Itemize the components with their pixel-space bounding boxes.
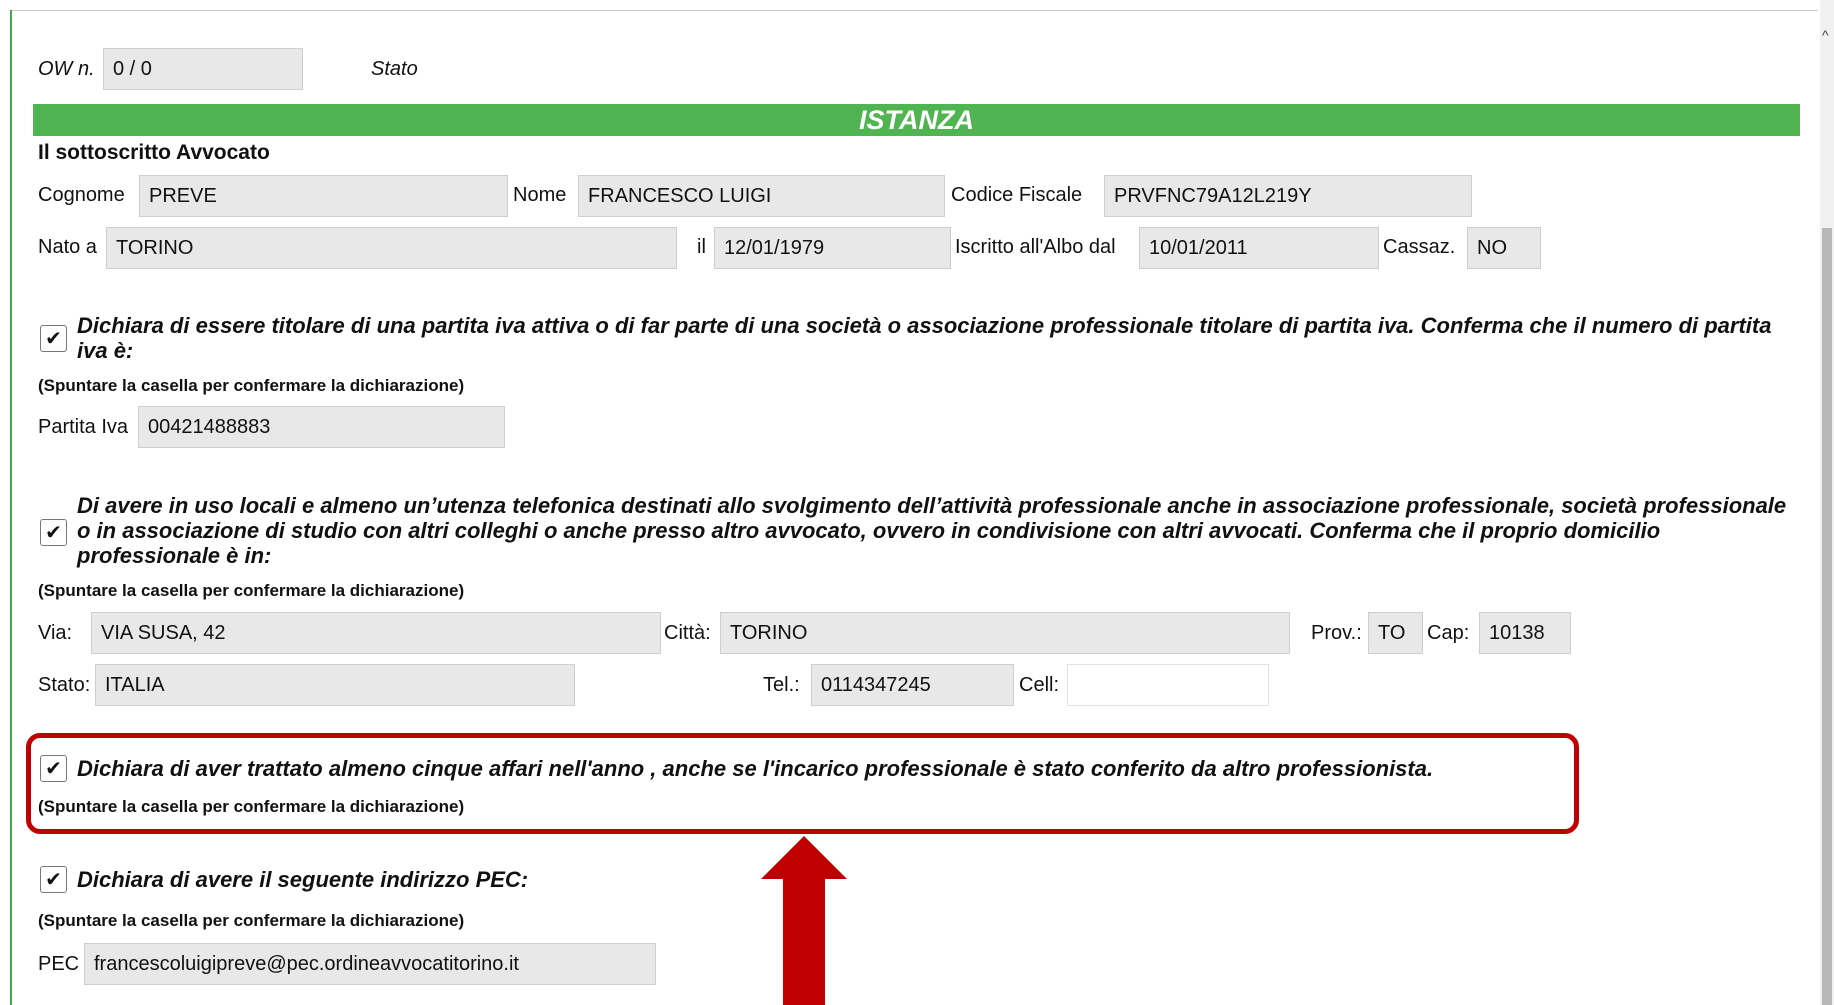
check-mark-icon: ✔: [45, 521, 62, 544]
subscriber-heading: Il sottoscritto Avvocato: [38, 141, 270, 164]
codice-fiscale-field[interactable]: PRVFNC79A12L219Y: [1104, 175, 1472, 217]
nome-field[interactable]: FRANCESCO LUIGI: [578, 175, 945, 217]
decl1-checkbox[interactable]: ✔: [40, 325, 67, 352]
tel-label: Tel.:: [763, 674, 800, 696]
partita-iva-field[interactable]: 00421488883: [138, 406, 505, 448]
decl2-note: (Spuntare la casella per confermare la d…: [38, 581, 465, 600]
check-mark-icon: ✔: [45, 327, 62, 350]
citta-field[interactable]: TORINO: [720, 612, 1290, 654]
top-border: [12, 10, 1818, 11]
codice-fiscale-label: Codice Fiscale: [951, 184, 1083, 206]
scroll-up-icon[interactable]: ^: [1822, 28, 1829, 42]
cassaz-field[interactable]: NO: [1467, 227, 1541, 269]
decl2-text: Di avere in uso locali e almeno un’utenz…: [77, 493, 1787, 568]
iscritto-albo-field[interactable]: 10/01/2011: [1139, 227, 1379, 269]
pec-label: PEC: [38, 953, 80, 975]
decl4-checkbox[interactable]: ✔: [40, 866, 67, 893]
cap-field[interactable]: 10138: [1479, 612, 1571, 654]
decl2-checkbox[interactable]: ✔: [40, 519, 67, 546]
prov-field[interactable]: TO: [1368, 612, 1423, 654]
stato-address-label: Stato:: [38, 674, 91, 696]
cassaz-label: Cassaz.: [1383, 236, 1456, 258]
form-window: OW n. 0 / 0 Stato ISTANZA Il sottoscritt…: [0, 0, 1834, 1005]
decl1-text: Dichiara di essere titolare di una parti…: [77, 313, 1772, 363]
check-mark-icon: ✔: [45, 868, 62, 891]
cognome-field[interactable]: PREVE: [139, 175, 508, 217]
data-nascita-field[interactable]: 12/01/1979: [714, 227, 951, 269]
cell-label: Cell:: [1019, 674, 1060, 696]
pec-field[interactable]: francescoluigipreve@pec.ordineavvocatito…: [84, 943, 656, 985]
ow-number-field[interactable]: 0 / 0: [103, 48, 303, 90]
nato-label: Nato a: [38, 236, 97, 258]
decl4-note: (Spuntare la casella per confermare la d…: [38, 911, 465, 930]
citta-label: Città:: [664, 622, 711, 644]
prov-label: Prov.:: [1311, 622, 1362, 644]
decl4-text: Dichiara di avere il seguente indirizzo …: [77, 867, 529, 892]
iscritto-albo-label: Iscritto all'Albo dal: [955, 236, 1116, 258]
ow-label: OW n.: [38, 58, 95, 80]
annotation-arrow-head-icon: [761, 836, 847, 879]
scrollbar-thumb[interactable]: [1822, 228, 1832, 1005]
annotation-arrow-shaft: [783, 879, 825, 1005]
cap-label: Cap:: [1427, 622, 1470, 644]
cell-field[interactable]: [1067, 664, 1269, 706]
stato-address-field[interactable]: ITALIA: [95, 664, 575, 706]
decl1-note: (Spuntare la casella per confermare la d…: [38, 376, 465, 395]
via-label: Via:: [38, 622, 73, 644]
vertical-scrollbar[interactable]: ^: [1820, 0, 1834, 1005]
partita-iva-label: Partita Iva: [38, 416, 129, 438]
annotation-highlight-box: [26, 733, 1579, 834]
stato-label: Stato: [371, 58, 418, 80]
left-accent-border: [10, 10, 12, 1005]
tel-field[interactable]: 0114347245: [811, 664, 1014, 706]
nato-field[interactable]: TORINO: [106, 227, 677, 269]
via-field[interactable]: VIA SUSA, 42: [91, 612, 661, 654]
section-title-banner: ISTANZA: [33, 104, 1800, 136]
nome-label: Nome: [513, 184, 567, 206]
cognome-label: Cognome: [38, 184, 125, 206]
nato-il-label: il: [697, 236, 706, 258]
